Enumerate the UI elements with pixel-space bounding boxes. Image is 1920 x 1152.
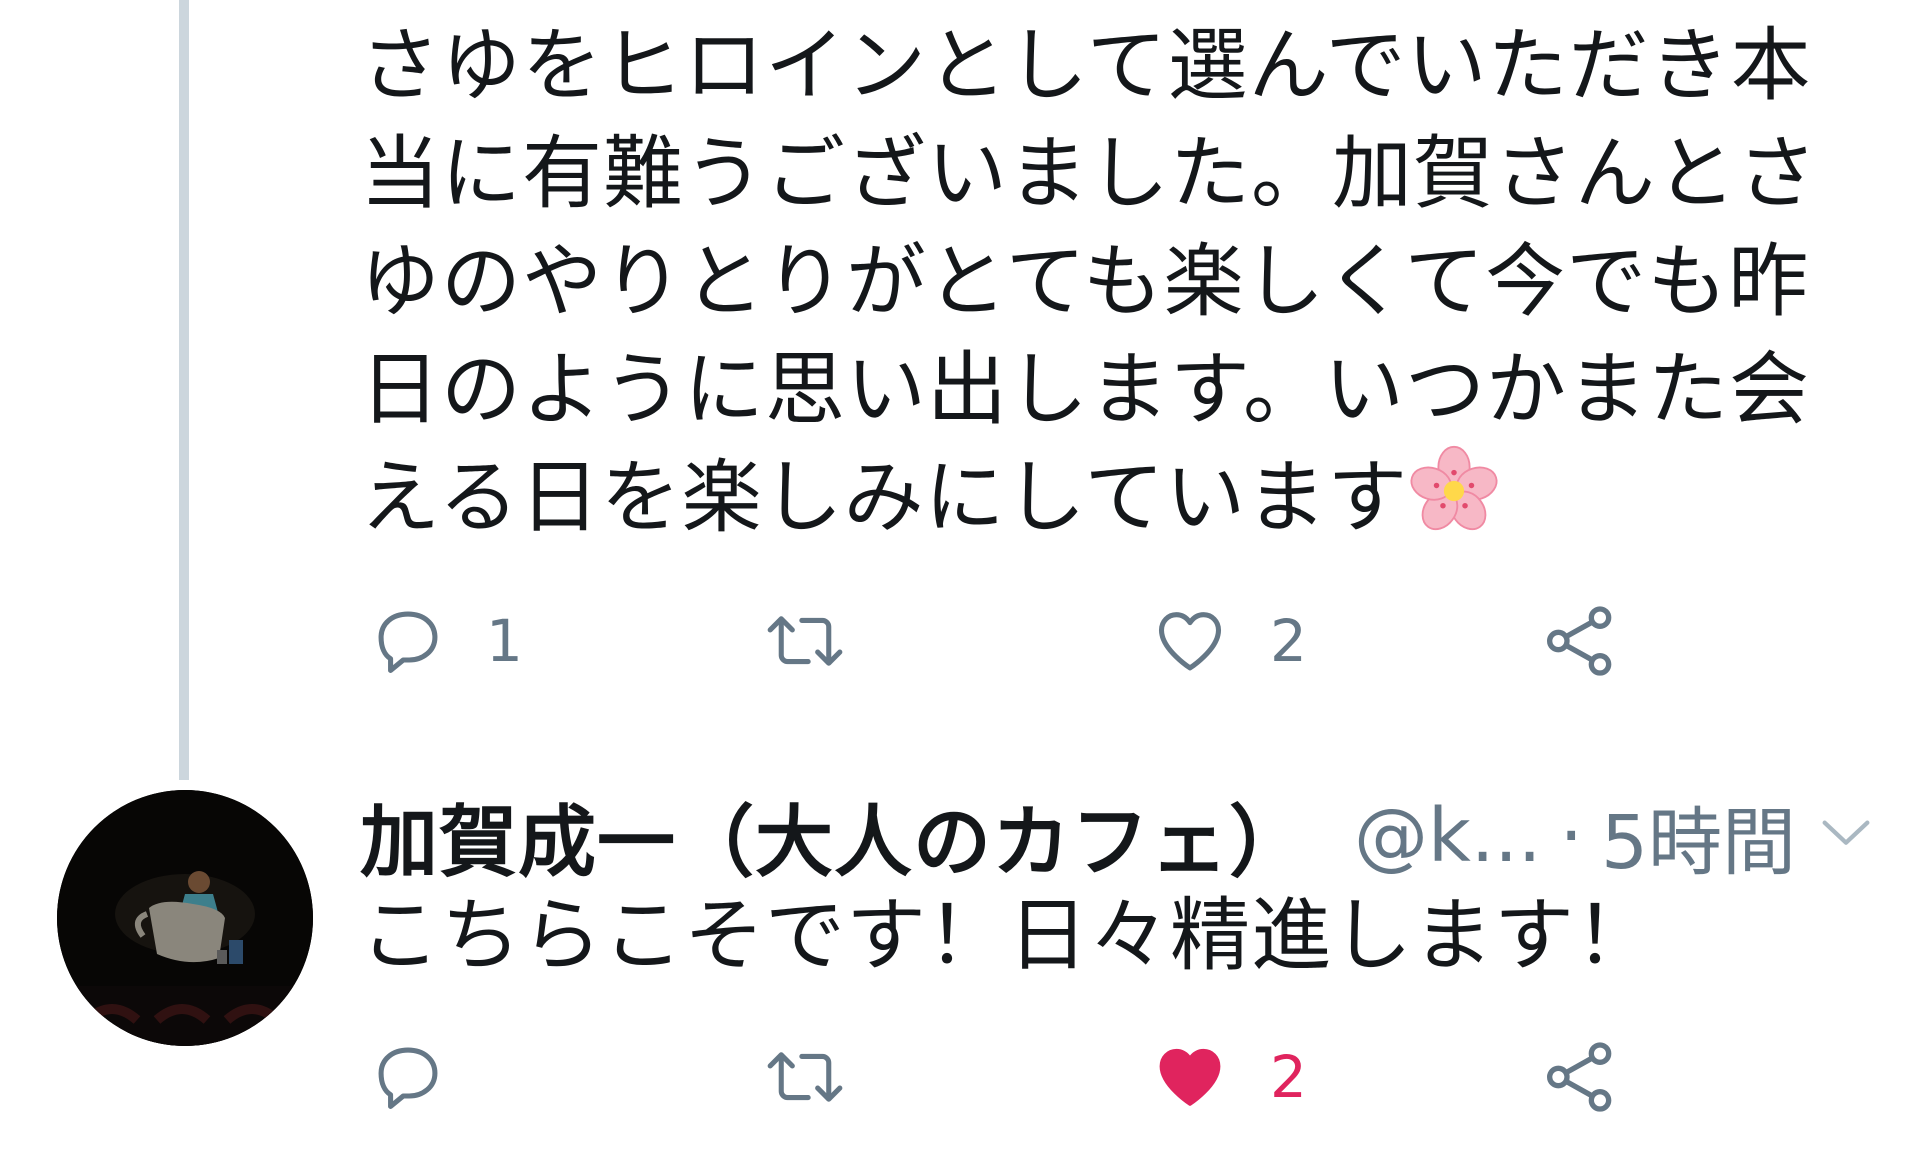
share-button[interactable] (1540, 1032, 1620, 1122)
avatar-photo (57, 790, 313, 1046)
share-icon (1547, 1042, 1612, 1112)
display-name[interactable]: 加賀成一（大人のカフェ） (360, 780, 1308, 892)
like-count: 2 (1270, 1043, 1307, 1111)
retweet-icon (767, 1052, 843, 1102)
reply-text: こちらこそです！日々精進します！ (360, 889, 1656, 982)
separator-dot: · (1559, 793, 1583, 879)
heart-filled-icon (1159, 1048, 1221, 1106)
heart-outline-icon (1158, 612, 1222, 671)
thread-line (179, 0, 189, 780)
tweet-text: さゆをヒロインとして選んでいただき本当に有難うございました。加賀さんとさゆのやり… (360, 12, 1880, 552)
share-button[interactable] (1540, 596, 1620, 686)
retweet-button[interactable] (760, 596, 890, 686)
reply-count: 1 (486, 607, 523, 675)
reply-actions: 2 (360, 1032, 1760, 1122)
like-button[interactable]: 2 (1150, 596, 1307, 686)
tweet-actions: 1 2 (360, 596, 1760, 686)
timestamp[interactable]: 5時間 (1601, 783, 1796, 890)
cherry-blossom-icon (1410, 445, 1498, 531)
retweet-button[interactable] (760, 1032, 890, 1122)
like-button[interactable]: 2 (1150, 1032, 1307, 1122)
user-handle[interactable]: @k... (1354, 793, 1541, 879)
like-count: 2 (1270, 607, 1307, 675)
share-icon (1547, 606, 1612, 676)
tweet-text-content: さゆをヒロインとして選んでいただき本当に有難うございました。加賀さんとさゆのやり… (360, 19, 1818, 544)
reply-icon (378, 1047, 438, 1109)
reply-button[interactable] (370, 1032, 486, 1122)
avatar[interactable] (57, 790, 313, 1046)
reply-header: 加賀成一（大人のカフェ） @k... · 5時間 (360, 776, 1880, 896)
reply-icon (378, 611, 438, 673)
chevron-down-icon[interactable] (1814, 800, 1878, 864)
reply-button[interactable]: 1 (370, 596, 523, 686)
retweet-icon (767, 616, 843, 666)
